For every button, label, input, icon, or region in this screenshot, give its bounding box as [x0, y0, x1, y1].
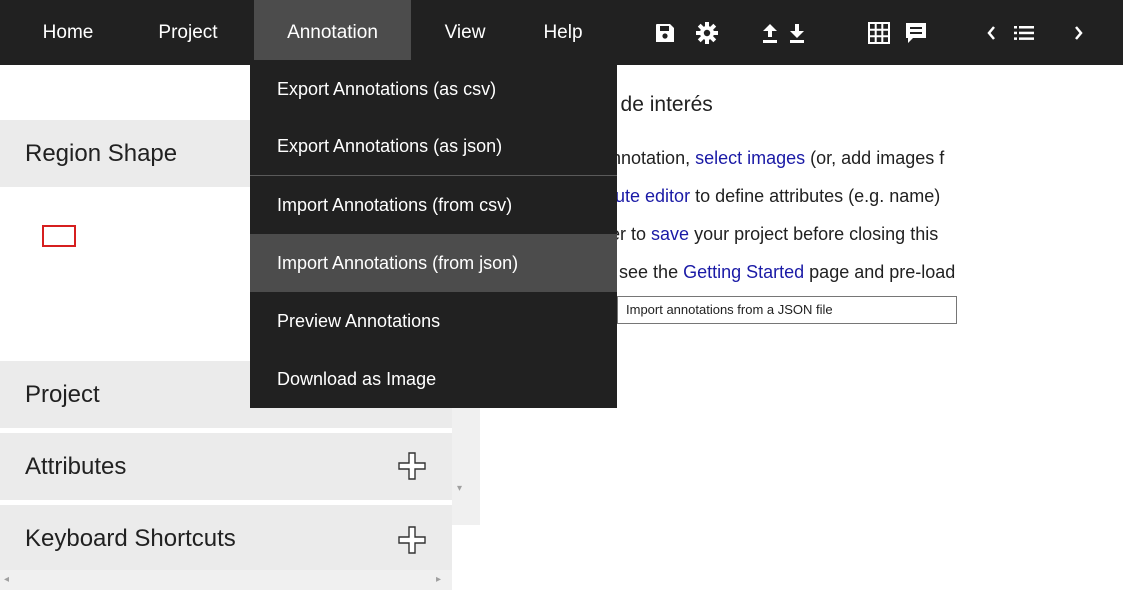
sidebar-section-label: Project [25, 381, 100, 408]
menu-help[interactable]: Help [522, 0, 604, 65]
select-images-link[interactable]: select images [695, 148, 805, 168]
instruction-line: ember to save your project before closin… [575, 224, 938, 245]
prev-icon[interactable] [984, 20, 998, 46]
rectangle-shape-icon[interactable] [42, 225, 76, 247]
getting-started-link[interactable]: Getting Started [683, 262, 804, 282]
settings-icon[interactable] [694, 20, 720, 46]
menu-project[interactable]: Project [133, 0, 243, 65]
download-icon[interactable] [787, 20, 807, 46]
menu-home[interactable]: Home [18, 0, 118, 65]
export-annotations-json-item[interactable]: Export Annotations (as json) [250, 117, 617, 175]
export-annotations-csv-item[interactable]: Export Annotations (as csv) [250, 60, 617, 118]
import-annotations-csv-item[interactable]: Import Annotations (from csv) [250, 176, 617, 234]
top-menubar: Home Project Annotation View Help [0, 0, 1123, 65]
import-annotations-json-item[interactable]: Import Annotations (from json) [250, 234, 617, 292]
download-as-image-item[interactable]: Download as Image [250, 350, 617, 408]
instruction-text: (or, add images f [805, 148, 945, 168]
list-icon[interactable] [1011, 20, 1037, 46]
upload-icon[interactable] [760, 20, 780, 46]
vertical-scrollbar[interactable]: ▾ [452, 400, 480, 525]
instruction-line: help, see the Getting Started page and p… [575, 262, 955, 283]
menu-annotation[interactable]: Annotation [254, 0, 411, 65]
scroll-right-icon[interactable]: ▸ [436, 574, 441, 585]
comment-icon[interactable] [903, 20, 929, 46]
preview-annotations-item[interactable]: Preview Annotations [250, 292, 617, 350]
grid-icon[interactable] [866, 20, 892, 46]
instruction-line: art annotation, select images (or, add i… [575, 148, 944, 169]
horizontal-scrollbar[interactable]: ◂ ▸ [0, 570, 452, 590]
save-link[interactable]: save [651, 224, 689, 244]
instruction-text: your project before closing this [689, 224, 939, 244]
next-icon[interactable] [1072, 20, 1086, 46]
sidebar-section-label: Attributes [25, 453, 127, 480]
sidebar-section-attributes[interactable]: Attributes [0, 433, 452, 500]
instruction-line: attribute editor to define attributes (e… [575, 186, 940, 207]
menu-view[interactable]: View [420, 0, 510, 65]
scroll-down-icon[interactable]: ▾ [457, 483, 462, 494]
tooltip: Import annotations from a JSON file [617, 296, 957, 324]
annotation-dropdown-menu: Export Annotations (as csv) Export Annot… [250, 60, 617, 408]
plus-icon[interactable] [397, 525, 427, 555]
save-icon[interactable] [652, 20, 678, 46]
plus-icon[interactable] [397, 451, 427, 481]
sidebar-section-label: Keyboard Shortcuts [25, 525, 236, 552]
scroll-left-icon[interactable]: ◂ [4, 574, 9, 585]
instruction-text: page and pre-load [804, 262, 956, 282]
instruction-text: to define attributes (e.g. name) [690, 186, 941, 206]
sidebar-section-keyboard-shortcuts[interactable]: Keyboard Shortcuts [0, 505, 452, 572]
